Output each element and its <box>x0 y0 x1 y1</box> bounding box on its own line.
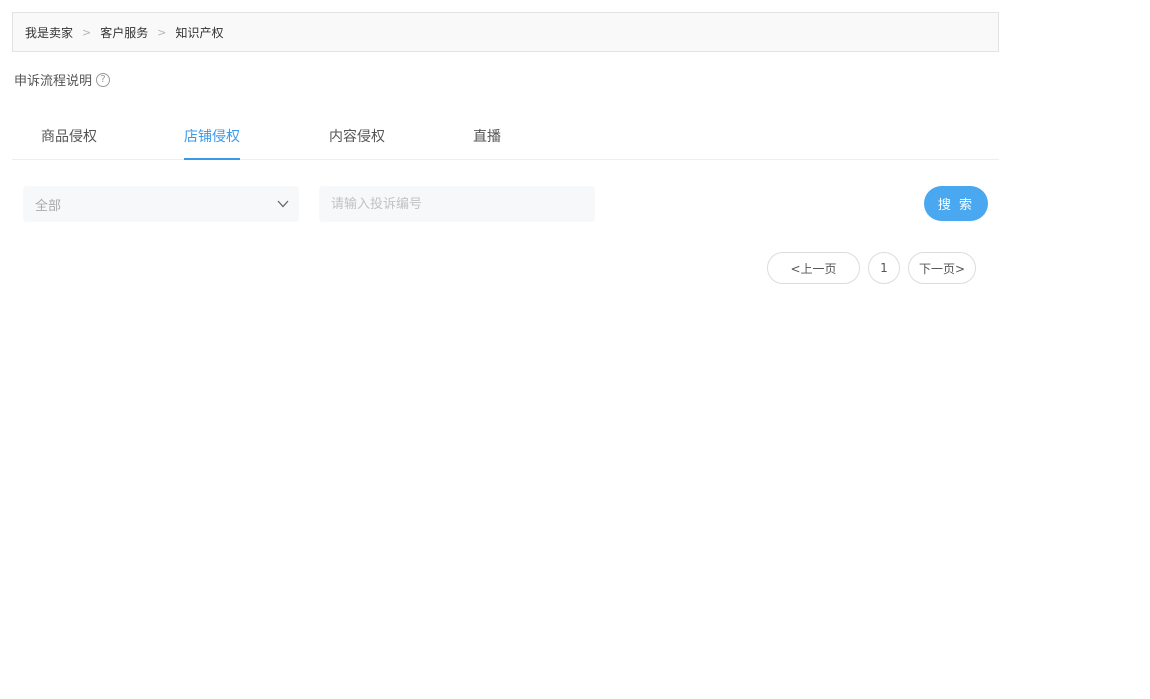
breadcrumb-separator: > <box>82 25 92 39</box>
tab-product-infringement[interactable]: 商品侵权 <box>41 116 97 160</box>
tab-live-stream[interactable]: 直播 <box>473 116 501 160</box>
breadcrumb-separator: > <box>157 25 167 39</box>
tab-content-infringement[interactable]: 内容侵权 <box>329 116 385 160</box>
question-circle-icon[interactable]: ? <box>96 72 111 87</box>
breadcrumb-item-customer-service[interactable]: 客户服务 <box>100 24 148 41</box>
complaint-number-input[interactable] <box>319 186 595 222</box>
breadcrumb-item-seller[interactable]: 我是卖家 <box>25 24 73 41</box>
search-button[interactable]: 搜 索 <box>924 186 988 221</box>
prev-page-button[interactable]: <上一页 <box>767 252 860 284</box>
page: 我是卖家 > 客户服务 > 知识产权 申诉流程说明 ? 商品侵权 店铺侵权 内容… <box>0 0 1150 699</box>
next-page-button[interactable]: 下一页> <box>908 252 976 284</box>
tab-store-infringement[interactable]: 店铺侵权 <box>184 116 240 160</box>
appeal-process-label: 申诉流程说明 <box>14 74 93 89</box>
page-number-button[interactable]: 1 <box>868 252 900 284</box>
appeal-process-help[interactable]: 申诉流程说明 ? <box>14 70 111 89</box>
type-select-value: 全部 <box>35 198 62 214</box>
chevron-down-icon <box>277 200 289 208</box>
breadcrumb-item-ip: 知识产权 <box>175 25 224 40</box>
breadcrumb: 我是卖家 > 客户服务 > 知识产权 <box>12 12 999 52</box>
type-select[interactable]: 全部 <box>23 186 299 222</box>
tab-bar: 商品侵权 店铺侵权 内容侵权 直播 <box>12 116 999 160</box>
